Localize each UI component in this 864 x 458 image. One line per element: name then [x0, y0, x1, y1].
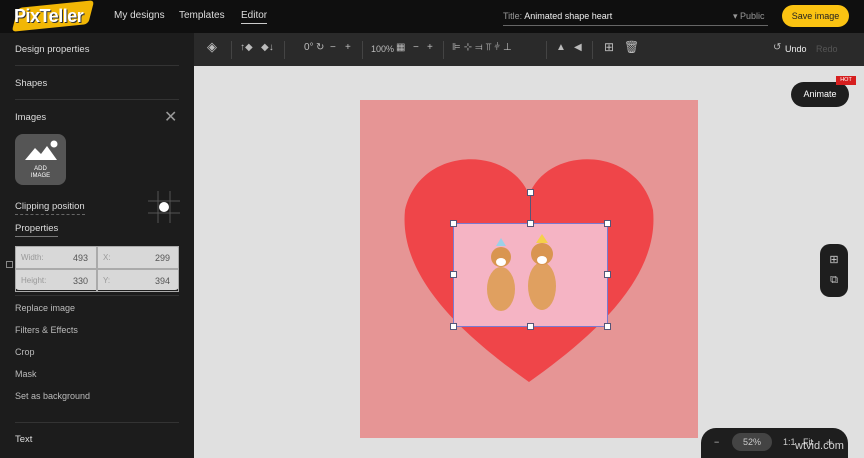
- redo-button[interactable]: Redo: [816, 44, 838, 54]
- add-image-label: ADD IMAGE: [30, 166, 51, 179]
- zoom-1-1-button[interactable]: 1:1: [783, 437, 796, 447]
- opacity-value: 100%: [371, 44, 395, 54]
- dimension-fields: Width: 493 X: 299 Height: 330 Y: 394: [15, 246, 179, 292]
- top-bar: PixTeller My designs Templates Editor Ti…: [0, 0, 864, 33]
- rotate-plus-icon[interactable]: +: [345, 42, 351, 53]
- opacity-icon[interactable]: ▦: [396, 42, 405, 53]
- opacity-plus-icon[interactable]: +: [427, 42, 433, 53]
- delete-icon[interactable]: 🗑: [624, 40, 639, 54]
- align-icons[interactable]: ⊫⊹⫤⫪⫩⊥: [452, 42, 515, 53]
- width-field[interactable]: Width: 493: [15, 246, 97, 269]
- image-icon: [25, 140, 58, 160]
- height-value: 330: [72, 276, 88, 286]
- save-image-button[interactable]: Save image: [782, 5, 849, 27]
- design-canvas[interactable]: [360, 100, 698, 438]
- design-properties[interactable]: Design properties: [15, 44, 89, 55]
- undo-icon[interactable]: ↺: [773, 42, 781, 53]
- add-page-icon[interactable]: ⊞: [820, 250, 848, 270]
- y-value: 394: [154, 276, 170, 286]
- height-label: Height:: [21, 276, 47, 285]
- mask[interactable]: Mask: [15, 369, 37, 379]
- nav-templates[interactable]: Templates: [179, 10, 225, 21]
- flip-horizontal-icon[interactable]: ▲: [556, 42, 566, 53]
- shapes[interactable]: Shapes: [15, 78, 47, 89]
- visibility-dropdown[interactable]: ▾ Public: [733, 11, 765, 22]
- crop[interactable]: Crop: [15, 347, 35, 357]
- layers-icon[interactable]: ◈: [207, 39, 217, 55]
- clipping-position: Clipping position: [15, 201, 85, 215]
- rotation-value: 0°: [304, 42, 314, 53]
- close-icon[interactable]: ✕: [164, 107, 177, 127]
- duplicate-icon[interactable]: ⊞: [604, 40, 614, 54]
- x-label: X:: [103, 253, 111, 262]
- rotate-minus-icon[interactable]: −: [330, 42, 336, 53]
- bring-forward-icon[interactable]: ↑◆: [240, 42, 253, 53]
- height-field[interactable]: Height: 330: [15, 269, 97, 292]
- logo-text: PixTeller: [14, 6, 84, 26]
- side-actions: ⊞ ⧉: [820, 244, 848, 297]
- toolbar: ◈ ↑◆ ◆↓ 0° ↻ − + 100% ▦ − + ⊫⊹⫤⫪⫩⊥ ▲ ◀ ⊞…: [194, 33, 864, 66]
- properties: Properties: [15, 223, 59, 237]
- x-value: 299: [154, 253, 170, 263]
- filters-effects[interactable]: Filters & Effects: [15, 325, 78, 335]
- dogs-image[interactable]: [453, 223, 608, 327]
- dogs-photo: [487, 234, 556, 311]
- title-value: Animated shape heart: [524, 11, 613, 21]
- x-field[interactable]: X: 299: [97, 246, 179, 269]
- add-image-button[interactable]: ADD IMAGE: [15, 134, 66, 185]
- nav-my-designs[interactable]: My designs: [114, 10, 165, 21]
- undo-button[interactable]: Undo: [785, 44, 807, 54]
- text-section[interactable]: Text: [15, 434, 32, 445]
- set-as-background[interactable]: Set as background: [15, 391, 90, 401]
- hot-badge: HOT: [836, 76, 856, 85]
- nav-editor[interactable]: Editor: [241, 10, 268, 24]
- duplicate-page-icon[interactable]: ⧉: [820, 270, 848, 290]
- animate-button[interactable]: Animate: [791, 82, 849, 107]
- width-value: 493: [72, 253, 88, 263]
- title-label: Title:: [503, 11, 523, 21]
- y-field[interactable]: Y: 394: [97, 269, 179, 292]
- title-input[interactable]: Title: Animated shape heart: [503, 8, 768, 26]
- logo[interactable]: PixTeller: [8, 0, 95, 32]
- y-label: Y:: [103, 276, 111, 285]
- flip-vertical-icon[interactable]: ◀: [574, 42, 582, 53]
- lock-ratio-icon[interactable]: [6, 261, 13, 268]
- opacity-minus-icon[interactable]: −: [413, 42, 419, 53]
- clipping-grid-icon[interactable]: [148, 191, 180, 223]
- images[interactable]: Images: [15, 112, 46, 123]
- rotate-icon[interactable]: ↻: [316, 42, 324, 53]
- send-backward-icon[interactable]: ◆↓: [261, 42, 274, 53]
- width-label: Width:: [21, 253, 44, 262]
- watermark: wtvid.com: [795, 440, 844, 452]
- sidebar: Design properties Shapes Images ✕ ADD IM…: [0, 33, 194, 458]
- replace-image[interactable]: Replace image: [15, 303, 75, 313]
- zoom-value[interactable]: 52%: [732, 433, 772, 451]
- zoom-out-button[interactable]: −: [714, 437, 719, 447]
